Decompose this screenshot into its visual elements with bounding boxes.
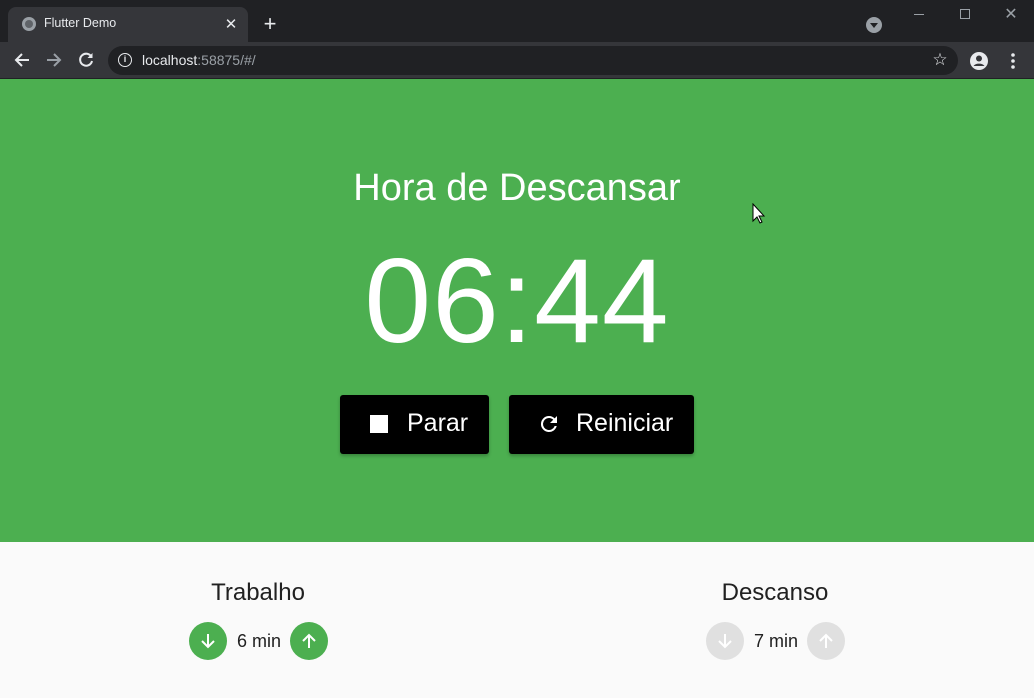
address-bar[interactable]: i localhost:58875/#/ ☆: [108, 46, 958, 75]
countdown-timer: 06:44: [364, 234, 670, 368]
work-decrease-button[interactable]: [189, 622, 227, 660]
tab-close-icon[interactable]: ✕: [220, 13, 242, 35]
arrow-up-icon: [819, 633, 833, 648]
tab-title: Flutter Demo: [44, 16, 117, 30]
arrow-left-icon: [14, 53, 29, 67]
new-tab-button[interactable]: +: [258, 12, 282, 36]
timer-panel: Hora de Descansar 06:44 Parar Reiniciar: [0, 79, 1034, 542]
more-menu-icon[interactable]: [1002, 50, 1024, 72]
rest-minutes: 7 min: [753, 631, 798, 651]
rest-setting-title: Descanso: [721, 579, 829, 606]
reload-icon: [79, 52, 93, 67]
restart-button-label: Reiniciar: [576, 409, 674, 437]
work-setting: Trabalho 6 min: [148, 579, 368, 660]
minimize-icon: [914, 13, 924, 15]
forward-button[interactable]: [40, 46, 68, 74]
maximize-icon: [960, 9, 970, 19]
rest-stepper: 7 min: [665, 622, 885, 660]
arrow-down-icon: [201, 634, 215, 649]
status-title: Hora de Descansar: [353, 167, 681, 209]
rest-increase-button[interactable]: [807, 622, 845, 660]
stop-icon: [370, 415, 388, 433]
stop-button[interactable]: Parar: [340, 395, 489, 454]
tab-search-icon[interactable]: [866, 17, 882, 33]
restart-button[interactable]: Reiniciar: [509, 395, 694, 454]
rest-decrease-button[interactable]: [706, 622, 744, 660]
maximize-window-button[interactable]: [942, 0, 988, 30]
url-path: :58875/#/: [197, 52, 256, 68]
profile-icon[interactable]: [968, 50, 990, 72]
url-host: localhost: [142, 52, 198, 68]
minimize-window-button[interactable]: [896, 0, 942, 30]
globe-icon: [22, 17, 36, 31]
close-window-button[interactable]: ✕: [988, 0, 1034, 30]
work-stepper: 6 min: [148, 622, 368, 660]
browser-toolbar: i localhost:58875/#/ ☆: [0, 42, 1034, 79]
arrow-up-icon: [302, 633, 316, 648]
rest-setting: Descanso 7 min: [665, 579, 885, 660]
info-icon[interactable]: i: [118, 53, 132, 67]
url-text[interactable]: localhost:58875/#/: [142, 52, 256, 68]
stop-button-label: Parar: [407, 409, 469, 437]
browser-tab[interactable]: Flutter Demo ✕: [8, 7, 248, 42]
reload-button[interactable]: [72, 46, 100, 74]
work-increase-button[interactable]: [290, 622, 328, 660]
bookmark-star-icon[interactable]: ☆: [930, 50, 950, 70]
arrow-down-icon: [718, 634, 732, 649]
work-minutes: 6 min: [236, 631, 281, 651]
browser-tab-bar: Flutter Demo ✕ + ✕: [0, 0, 1034, 42]
mouse-cursor-icon: [752, 203, 766, 224]
arrow-right-icon: [47, 53, 62, 67]
refresh-icon: [540, 415, 557, 432]
back-button[interactable]: [8, 46, 36, 74]
work-setting-title: Trabalho: [211, 579, 305, 606]
